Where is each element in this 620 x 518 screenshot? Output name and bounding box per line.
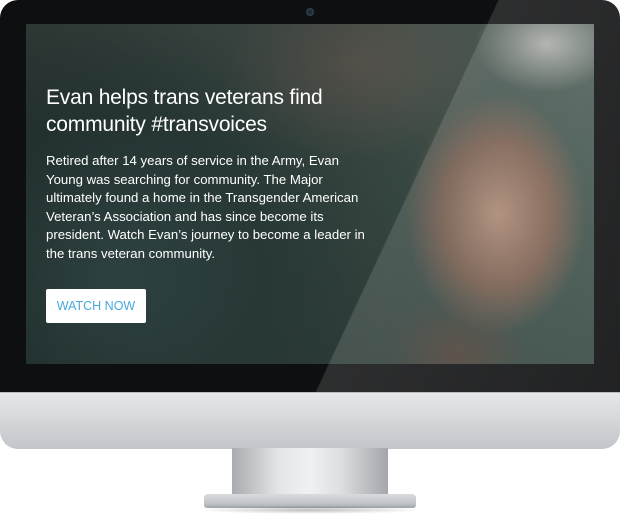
hero-description: Retired after 14 years of service in the… [46, 153, 365, 261]
hero-title: Evan helps trans veterans find community… [46, 86, 323, 136]
monitor-bezel: Evan helps trans veterans find community… [0, 0, 620, 392]
monitor-chin [0, 392, 620, 449]
monitor-mockup: Evan helps trans veterans find community… [0, 0, 620, 518]
monitor-stand [232, 448, 388, 496]
imac-display: Evan helps trans veterans find community… [0, 0, 620, 449]
stand-shadow [196, 506, 424, 514]
watch-now-button[interactable]: WATCH NOW [46, 289, 146, 323]
hero-screen: Evan helps trans veterans find community… [26, 24, 594, 364]
hero-content: Evan helps trans veterans find community… [46, 84, 376, 323]
webcam-icon [306, 8, 314, 16]
